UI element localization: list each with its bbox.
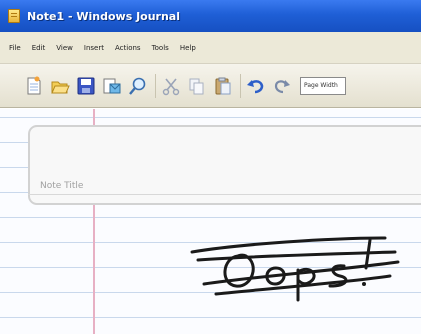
journal-window: Note1 - Windows Journal File Edit View I…: [0, 0, 421, 334]
open-button[interactable]: [48, 73, 72, 99]
cut-button[interactable]: [159, 73, 183, 99]
note-title-rule: [28, 194, 421, 195]
zoom-select[interactable]: Page Width: [300, 76, 346, 95]
new-note-button[interactable]: [22, 73, 46, 99]
note-title-area[interactable]: [28, 125, 421, 205]
standard-toolbar: Page Width: [0, 64, 421, 108]
new-note-icon: [27, 76, 41, 94]
send-button[interactable]: [100, 73, 124, 99]
undo-button[interactable]: [244, 73, 268, 99]
window-title: Note1 - Windows Journal: [27, 9, 180, 23]
menu-insert[interactable]: Insert: [84, 44, 104, 52]
note-title-label: Note Title: [40, 181, 84, 191]
menu-edit[interactable]: Edit: [32, 44, 46, 52]
journal-app-icon: [8, 9, 20, 23]
paste-button[interactable]: [211, 73, 235, 99]
menu-view[interactable]: View: [56, 44, 73, 52]
cut-icon: [162, 77, 180, 95]
menu-actions[interactable]: Actions: [115, 44, 141, 52]
handwritten-ink[interactable]: [180, 226, 410, 306]
find-icon: [129, 77, 146, 95]
find-button[interactable]: [126, 73, 150, 99]
save-icon: [77, 77, 95, 94]
menu-file[interactable]: File: [9, 44, 21, 52]
menu-tools[interactable]: Tools: [152, 44, 169, 52]
open-folder-icon: [51, 81, 70, 93]
save-button[interactable]: [74, 73, 98, 99]
copy-icon: [189, 78, 204, 94]
menu-help[interactable]: Help: [180, 44, 196, 52]
copy-button[interactable]: [185, 73, 209, 99]
redo-icon: [274, 79, 290, 93]
toolbar-separator: [155, 73, 156, 98]
redo-button[interactable]: [270, 73, 294, 99]
menu-bar: File Edit View Insert Actions Tools Help: [0, 32, 421, 64]
title-bar[interactable]: Note1 - Windows Journal: [0, 0, 421, 32]
toolbar-separator: [240, 73, 241, 98]
paste-icon: [215, 77, 231, 94]
send-icon: [103, 78, 121, 93]
undo-icon: [247, 79, 264, 93]
